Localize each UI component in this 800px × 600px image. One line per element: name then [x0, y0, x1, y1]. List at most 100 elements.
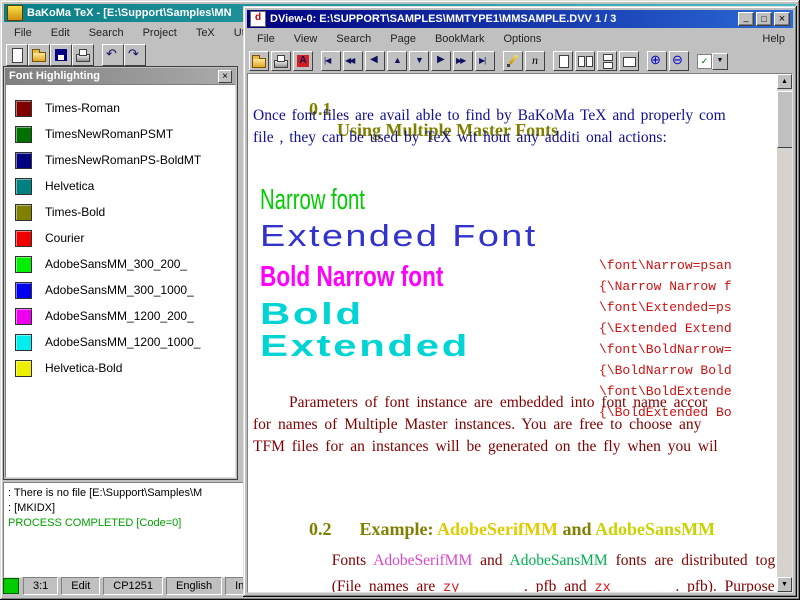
- close-icon[interactable]: [774, 12, 790, 26]
- menu-help[interactable]: Help: [756, 31, 791, 47]
- font-item-times-roman[interactable]: Times-Roman: [15, 95, 235, 121]
- continuous-view-button[interactable]: [597, 51, 617, 71]
- font-item-timesnewromanps-boldmt[interactable]: TimesNewRomanPS-BoldMT: [15, 147, 235, 173]
- open-button[interactable]: [28, 44, 50, 66]
- code-line: \font\BoldNarrow=: [599, 339, 777, 360]
- status-codepage: CP1251: [103, 577, 163, 595]
- font-color-swatch: [15, 230, 32, 247]
- back-10-pages-button[interactable]: [343, 51, 363, 71]
- save-button[interactable]: [50, 44, 72, 66]
- pdf-export-button[interactable]: [293, 51, 313, 71]
- minimize-icon[interactable]: [738, 12, 754, 26]
- status-cursor-position: 3:1: [23, 577, 58, 595]
- dview-titlebar[interactable]: DView-0: E:\SUPPORT\SAMPLES\MMTYPE1\MMSA…: [247, 10, 793, 28]
- undo-icon: [105, 47, 121, 63]
- font-item-adobesansmm-1200-1000[interactable]: AdobeSansMM_1200_1000_: [15, 329, 235, 355]
- scrollbar-thumb[interactable]: [777, 91, 793, 148]
- close-icon[interactable]: [218, 70, 232, 83]
- open-button[interactable]: [249, 51, 269, 71]
- up-icon: [389, 53, 405, 69]
- last-page-button[interactable]: [475, 51, 495, 71]
- annotate-pen-button[interactable]: [503, 51, 523, 71]
- status-mode: Edit: [61, 577, 100, 595]
- single-page-icon: [555, 53, 571, 69]
- extended-font-sample: Extended Font: [260, 218, 538, 254]
- menu-search[interactable]: Search: [328, 31, 379, 47]
- menu-search[interactable]: Search: [81, 25, 132, 41]
- log-line: : [MKIDX]: [8, 501, 241, 516]
- next-page-button[interactable]: [431, 51, 451, 71]
- menu-page[interactable]: Page: [382, 31, 424, 47]
- menu-project[interactable]: Project: [135, 25, 185, 41]
- font-item-timesnewromanpsmt[interactable]: TimesNewRomanPSMT: [15, 121, 235, 147]
- main-toolbar: [6, 42, 146, 68]
- menu-edit[interactable]: Edit: [43, 25, 78, 41]
- dview-toolbar: [249, 48, 728, 74]
- menu-bookmark[interactable]: BookMark: [427, 31, 493, 47]
- font-label: AdobeSansMM_1200_1000_: [45, 335, 200, 349]
- scroll-down-arrow-icon[interactable]: [777, 577, 792, 592]
- new-document-button[interactable]: [6, 44, 28, 66]
- code-line: {\BoldNarrow Bold: [599, 360, 777, 381]
- print-button[interactable]: [271, 51, 291, 71]
- menu-tex[interactable]: TeX: [188, 25, 223, 41]
- facing-pages-button[interactable]: [575, 51, 595, 71]
- font-item-courier[interactable]: Courier: [15, 225, 235, 251]
- prev-page-icon: [367, 53, 383, 69]
- dview-toolbar-buttons: [249, 51, 689, 71]
- down-icon: [411, 53, 427, 69]
- first-page-button[interactable]: [321, 51, 341, 71]
- double-page-icon: [577, 53, 593, 69]
- scroll-down-button[interactable]: [409, 51, 429, 71]
- continuous-page-icon: [599, 53, 615, 69]
- font-label: Times-Roman: [45, 101, 120, 115]
- paragraph-text: . pfb). Purpose of: [667, 578, 777, 592]
- paragraph-line: Parameters of font instance are embedded…: [253, 392, 777, 414]
- status-led-indicator: [3, 578, 19, 594]
- forward-10-pages-button[interactable]: [453, 51, 473, 71]
- font-label: AdobeSansMM_1200_200_: [45, 309, 194, 323]
- font-item-adobesansmm-1200-200[interactable]: AdobeSansMM_1200_200_: [15, 303, 235, 329]
- page-mode-combo[interactable]: [697, 53, 728, 70]
- last-page-icon: [477, 53, 493, 69]
- maximize-icon[interactable]: [756, 12, 772, 26]
- font-item-helvetica[interactable]: Helvetica: [15, 173, 235, 199]
- print-button[interactable]: [72, 44, 94, 66]
- font-item-adobesansmm-300-1000[interactable]: AdobeSansMM_300_1000_: [15, 277, 235, 303]
- paragraph-intro: Once font files are avail able to find b…: [253, 105, 777, 149]
- menu-file[interactable]: File: [249, 31, 283, 47]
- log-line: PROCESS COMPLETED [Code=0]: [8, 516, 241, 531]
- zoom-in-button[interactable]: [647, 51, 667, 71]
- status-segments: 3:1EditCP1251EnglishIns: [23, 577, 260, 595]
- note-button[interactable]: [525, 51, 545, 71]
- scroll-up-arrow-icon[interactable]: [777, 74, 792, 89]
- document-viewport[interactable]: 0.1 Using Multiple Master Fonts Once fon…: [247, 73, 793, 593]
- font-item-adobesansmm-300-200[interactable]: AdobeSansMM_300_200_: [15, 251, 235, 277]
- bold-extended-font-sample-line1: Bold: [260, 296, 364, 332]
- floppy-icon: [53, 47, 69, 63]
- menu-options[interactable]: Options: [495, 31, 549, 47]
- zoom-out-icon: [671, 53, 687, 69]
- note-n-icon: [527, 53, 543, 69]
- zoom-out-button[interactable]: [669, 51, 689, 71]
- font-panel-titlebar[interactable]: Font Highlighting: [5, 68, 236, 84]
- redo-button[interactable]: [124, 44, 146, 66]
- undo-button[interactable]: [102, 44, 124, 66]
- dview-app-icon[interactable]: [250, 11, 266, 27]
- font-item-times-bold[interactable]: Times-Bold: [15, 199, 235, 225]
- acrobat-icon: [295, 53, 311, 69]
- font-panel-title: Font Highlighting: [9, 70, 100, 82]
- vertical-scrollbar[interactable]: [777, 74, 792, 592]
- fit-width-button[interactable]: [619, 51, 639, 71]
- menu-view[interactable]: View: [286, 31, 326, 47]
- menu-file[interactable]: File: [6, 25, 40, 41]
- folder-icon: [251, 53, 267, 69]
- font-label: Courier: [45, 231, 84, 245]
- dview-window: DView-0: E:\SUPPORT\SAMPLES\MMTYPE1\MMSA…: [243, 6, 797, 597]
- font-item-helvetica-bold[interactable]: Helvetica-Bold: [15, 355, 235, 381]
- dropdown-arrow-icon[interactable]: [712, 53, 728, 70]
- previous-page-button[interactable]: [365, 51, 385, 71]
- scroll-up-button[interactable]: [387, 51, 407, 71]
- bakoma-app-icon[interactable]: [7, 5, 23, 21]
- single-page-button[interactable]: [553, 51, 573, 71]
